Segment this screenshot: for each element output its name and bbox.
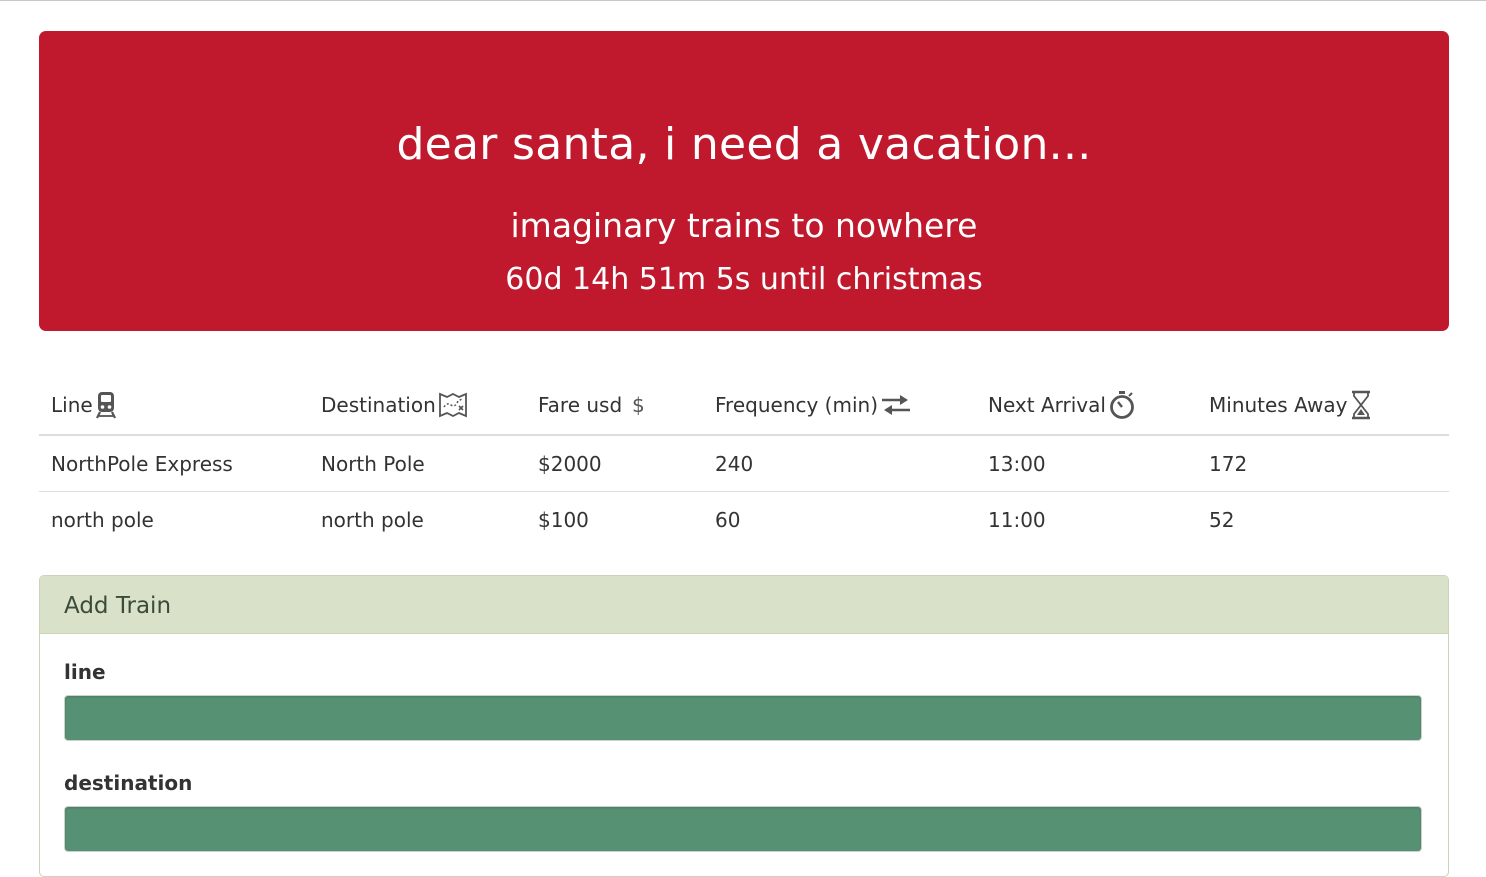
column-header-fare: Fare usd $ — [538, 392, 648, 418]
column-header-label: Fare usd — [538, 393, 623, 417]
cell-minutes-away: 172 — [1209, 452, 1248, 476]
cell-line: NorthPole Express — [51, 452, 233, 476]
cell-destination: North Pole — [321, 452, 425, 476]
stopwatch-icon — [1110, 391, 1134, 419]
column-header-line: Line — [51, 392, 117, 419]
column-header-destination: Destination — [321, 392, 468, 418]
map-icon — [438, 392, 467, 418]
cell-next-arrival: 13:00 — [988, 452, 1046, 476]
column-header-label: Line — [51, 393, 93, 417]
dollar-icon: $ — [632, 393, 645, 417]
column-header-frequency: Frequency (min) — [715, 392, 912, 418]
column-header-next-arrival: Next Arrival — [988, 391, 1136, 419]
column-header-label: Minutes Away — [1209, 393, 1348, 417]
column-header-label: Destination — [321, 393, 436, 417]
destination-field-label: destination — [64, 771, 193, 795]
transfer-arrows-icon — [882, 395, 910, 415]
cell-next-arrival: 11:00 — [988, 508, 1046, 532]
destination-input[interactable] — [64, 806, 1422, 852]
top-border — [0, 0, 1486, 1]
cell-frequency: 240 — [715, 452, 754, 476]
cell-frequency: 60 — [715, 508, 741, 532]
cell-destination: north pole — [321, 508, 424, 532]
cell-line: north pole — [51, 508, 154, 532]
column-header-label: Frequency (min) — [715, 393, 878, 417]
header-banner: dear santa, i need a vacation... imagina… — [39, 31, 1449, 331]
line-input[interactable] — [64, 695, 1422, 741]
train-schedule-table: Line Destination Fare usd $ Frequency (m… — [39, 378, 1449, 547]
cell-fare: $100 — [538, 508, 589, 532]
table-row: north pole north pole $100 60 11:00 52 — [39, 492, 1449, 547]
panel-title: Add Train — [64, 593, 172, 619]
column-header-minutes-away: Minutes Away — [1209, 390, 1373, 420]
cell-minutes-away: 52 — [1209, 508, 1235, 532]
christmas-countdown: 60d 14h 51m 5s until christmas — [505, 262, 983, 297]
line-field-label: line — [64, 660, 106, 684]
cell-fare: $2000 — [538, 452, 602, 476]
hourglass-icon — [1352, 390, 1371, 420]
column-header-label: Next Arrival — [988, 393, 1106, 417]
table-header: Line Destination Fare usd $ Frequency (m… — [39, 378, 1449, 436]
add-train-heading: Add Train — [40, 576, 1448, 634]
page-title: dear santa, i need a vacation... — [396, 119, 1092, 170]
train-icon — [95, 392, 116, 419]
page-subtitle: imaginary trains to nowhere — [510, 206, 978, 245]
table-row: NorthPole Express North Pole $2000 240 1… — [39, 436, 1449, 492]
svg-text:$: $ — [632, 393, 645, 417]
add-train-panel: Add Train line destination — [39, 575, 1449, 877]
